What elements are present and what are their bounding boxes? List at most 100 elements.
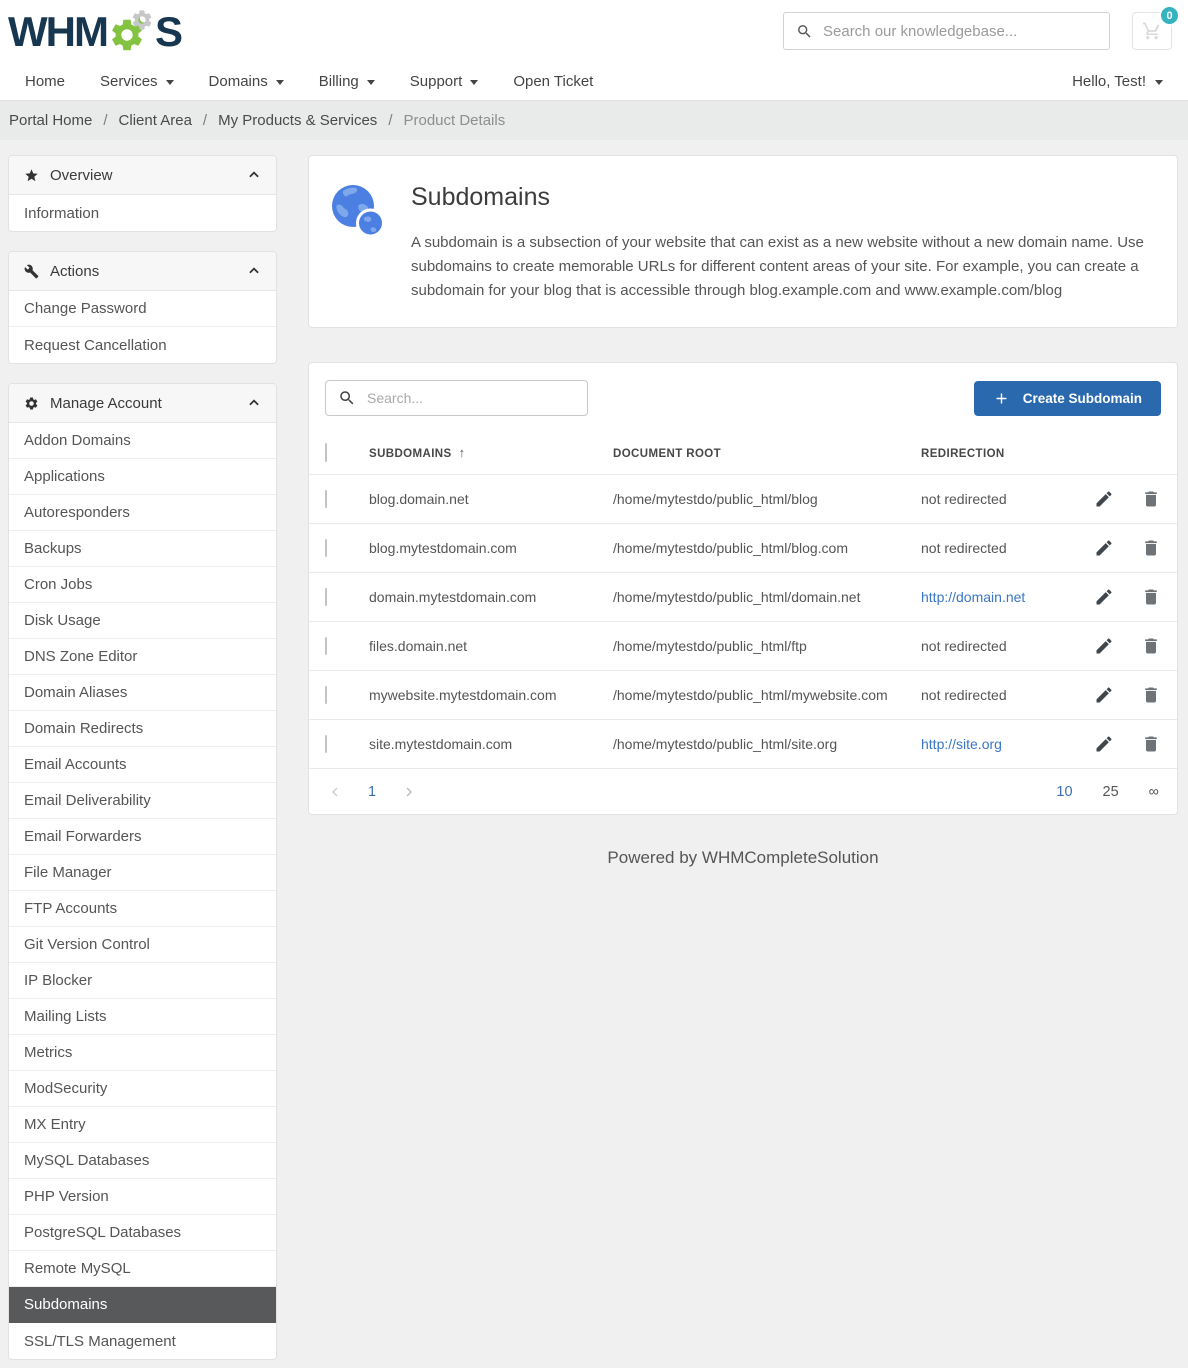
pagination-prev-button[interactable]	[327, 784, 343, 800]
chevron-left-icon	[327, 784, 343, 800]
page-size-options: 10 25 ∞	[1056, 784, 1159, 800]
user-menu[interactable]: Hello, Test!	[1072, 73, 1163, 90]
delete-subdomain-button[interactable]	[1141, 685, 1161, 705]
nav-item-billing[interactable]: Billing	[319, 73, 375, 90]
sidebar-item-metrics[interactable]: Metrics	[9, 1035, 276, 1071]
document-root-cell: /home/mytestdo/public_html/blog.com	[613, 540, 921, 556]
sidebar-item-addon-domains[interactable]: Addon Domains	[9, 423, 276, 459]
sidebar-item-mysql-databases[interactable]: MySQL Databases	[9, 1143, 276, 1179]
sidebar-item-php-version[interactable]: PHP Version	[9, 1179, 276, 1215]
gear-gray-icon	[130, 8, 154, 32]
plus-icon	[993, 390, 1010, 407]
edit-subdomain-button[interactable]	[1094, 636, 1114, 656]
row-checkbox[interactable]	[325, 588, 327, 606]
table-row: domain.mytestdomain.com/home/mytestdo/pu…	[309, 572, 1177, 621]
star-icon	[24, 168, 39, 183]
sidebar-panel-overview: Overview Information	[8, 155, 277, 232]
knowledgebase-search-input[interactable]	[823, 23, 1097, 40]
page-size-25[interactable]: 25	[1103, 784, 1119, 800]
pagination-page-1[interactable]: 1	[368, 784, 376, 800]
create-subdomain-button[interactable]: Create Subdomain	[974, 381, 1161, 416]
sidebar-item-file-manager[interactable]: File Manager	[9, 855, 276, 891]
page-size-all[interactable]: ∞	[1149, 784, 1159, 800]
row-checkbox[interactable]	[325, 539, 327, 557]
edit-subdomain-button[interactable]	[1094, 587, 1114, 607]
chevron-up-icon	[247, 264, 261, 278]
select-all-checkbox[interactable]	[325, 443, 327, 462]
delete-subdomain-button[interactable]	[1141, 636, 1161, 656]
page: WHM S 0	[0, 0, 1188, 1368]
page-description: A subdomain is a subsection of your webs…	[411, 231, 1153, 303]
chevron-up-icon	[247, 168, 261, 182]
breadcrumb-link-portal-home[interactable]: Portal Home	[9, 112, 92, 129]
sidebar-item-domain-redirects[interactable]: Domain Redirects	[9, 711, 276, 747]
sidebar-item-backups[interactable]: Backups	[9, 531, 276, 567]
document-root-cell: /home/mytestdo/public_html/mywebsite.com	[613, 687, 921, 703]
sidebar-item-mailing-lists[interactable]: Mailing Lists	[9, 999, 276, 1035]
sidebar-item-autoresponders[interactable]: Autoresponders	[9, 495, 276, 531]
sidebar-item-ftp-accounts[interactable]: FTP Accounts	[9, 891, 276, 927]
cart-icon	[1142, 21, 1162, 41]
nav-item-services[interactable]: Services	[100, 73, 174, 90]
sidebar-item-domain-aliases[interactable]: Domain Aliases	[9, 675, 276, 711]
column-header-document-root[interactable]: DOCUMENT ROOT	[613, 448, 721, 460]
pagination-next-button[interactable]	[401, 784, 417, 800]
sidebar-item-ssl-tls-management[interactable]: SSL/TLS Management	[9, 1323, 276, 1359]
sidebar-item-email-forwarders[interactable]: Email Forwarders	[9, 819, 276, 855]
sidebar-item-ip-blocker[interactable]: IP Blocker	[9, 963, 276, 999]
row-checkbox[interactable]	[325, 637, 327, 655]
row-checkbox[interactable]	[325, 686, 327, 704]
sidebar-item-subdomains[interactable]: Subdomains	[9, 1287, 276, 1323]
row-checkbox[interactable]	[325, 735, 327, 753]
subdomain-name: site.mytestdomain.com	[369, 736, 512, 752]
page-size-10[interactable]: 10	[1056, 784, 1072, 800]
sidebar-item-git-version-control[interactable]: Git Version Control	[9, 927, 276, 963]
edit-subdomain-button[interactable]	[1094, 734, 1114, 754]
sidebar-item-disk-usage[interactable]: Disk Usage	[9, 603, 276, 639]
sidebar-panel-title: Actions	[50, 263, 99, 280]
sidebar-item-applications[interactable]: Applications	[9, 459, 276, 495]
nav-item-home[interactable]: Home	[25, 73, 65, 90]
sidebar-item-cron-jobs[interactable]: Cron Jobs	[9, 567, 276, 603]
redirection-value[interactable]: http://domain.net	[921, 589, 1025, 605]
table-search-input[interactable]	[367, 390, 575, 406]
sidebar-item-postgresql-databases[interactable]: PostgreSQL Databases	[9, 1215, 276, 1251]
redirection-value[interactable]: http://site.org	[921, 736, 1002, 752]
whmcs-logo[interactable]: WHM S	[8, 6, 181, 56]
sidebar-item-dns-zone-editor[interactable]: DNS Zone Editor	[9, 639, 276, 675]
breadcrumb-link-client-area[interactable]: Client Area	[119, 112, 192, 129]
cart-button[interactable]: 0	[1132, 12, 1172, 50]
sidebar-item-request-cancellation[interactable]: Request Cancellation	[9, 327, 276, 363]
sidebar-item-email-deliverability[interactable]: Email Deliverability	[9, 783, 276, 819]
row-checkbox-cell	[325, 638, 369, 654]
delete-subdomain-button[interactable]	[1141, 587, 1161, 607]
document-root-value: /home/mytestdo/public_html/domain.net	[613, 589, 860, 605]
sidebar-panel-header-manage-account[interactable]: Manage Account	[9, 384, 276, 423]
sidebar-item-modsecurity[interactable]: ModSecurity	[9, 1071, 276, 1107]
nav-item-open-ticket[interactable]: Open Ticket	[513, 73, 593, 90]
edit-subdomain-button[interactable]	[1094, 489, 1114, 509]
delete-subdomain-button[interactable]	[1141, 489, 1161, 509]
sidebar-panel-header-actions[interactable]: Actions	[9, 252, 276, 291]
edit-subdomain-button[interactable]	[1094, 538, 1114, 558]
nav-item-support[interactable]: Support	[410, 73, 479, 90]
column-header-subdomains[interactable]: SUBDOMAINS	[369, 448, 452, 460]
sidebar-item-email-accounts[interactable]: Email Accounts	[9, 747, 276, 783]
sidebar-item-mx-entry[interactable]: MX Entry	[9, 1107, 276, 1143]
sidebar-panel-title: Overview	[50, 167, 113, 184]
delete-subdomain-button[interactable]	[1141, 538, 1161, 558]
sidebar-panel-header-overview[interactable]: Overview	[9, 156, 276, 195]
column-header-redirection[interactable]: REDIRECTION	[921, 448, 1005, 460]
edit-subdomain-button[interactable]	[1094, 685, 1114, 705]
sidebar-item-information[interactable]: Information	[9, 195, 276, 231]
delete-subdomain-button[interactable]	[1141, 734, 1161, 754]
trash-icon	[1141, 734, 1161, 754]
sidebar-item-remote-mysql[interactable]: Remote MySQL	[9, 1251, 276, 1287]
pencil-icon	[1094, 685, 1114, 705]
search-icon	[338, 389, 356, 407]
sort-asc-icon[interactable]: ↑	[459, 445, 466, 460]
breadcrumb-link-my-products-services[interactable]: My Products & Services	[218, 112, 377, 129]
row-checkbox[interactable]	[325, 490, 327, 508]
nav-item-domains[interactable]: Domains	[209, 73, 284, 90]
sidebar-item-change-password[interactable]: Change Password	[9, 291, 276, 327]
